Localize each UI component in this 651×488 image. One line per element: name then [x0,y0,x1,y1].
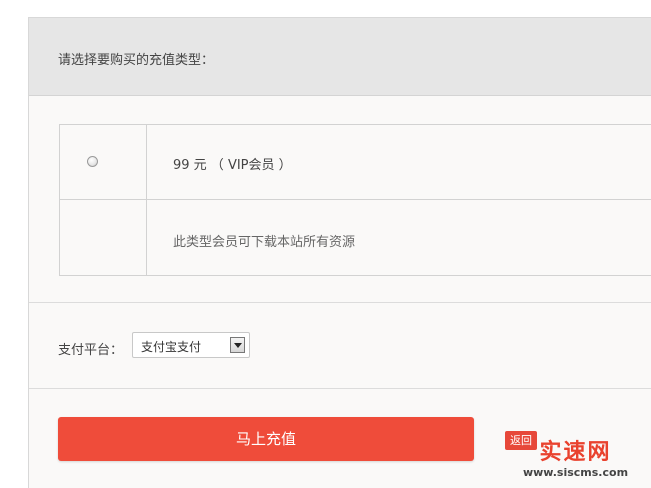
table-column-divider [146,125,147,275]
table-row-divider [60,199,651,200]
plan-label-vip: 99 元 （ VIP会员 ） [173,158,292,173]
divider-after-types [29,302,651,303]
payment-platform-value: 支付宝支付 [141,340,202,354]
plan-radio-vip[interactable] [87,156,98,167]
page: 请选择要购买的充值类型： 99 元 （ VIP会员 ） 此类型会员可下载本站所有… [0,0,651,488]
recharge-now-button[interactable]: 马上充值 [58,417,474,461]
site-watermark: 实速网 www.siscms.com [503,440,648,480]
section-header: 请选择要购买的充值类型： [29,18,651,96]
section-title: 请选择要购买的充值类型： [58,53,215,68]
watermark-name: 实速网 [539,440,612,465]
recharge-type-table: 99 元 （ VIP会员 ） 此类型会员可下载本站所有资源 [59,124,651,276]
plan-description-vip: 此类型会员可下载本站所有资源 [173,235,356,250]
watermark-url: www.siscms.com [522,466,629,479]
chevron-down-icon[interactable] [230,337,245,353]
payment-platform-select[interactable]: 支付宝支付 [132,332,250,358]
divider-after-payment [29,388,651,389]
payment-platform-label: 支付平台： [58,343,124,358]
recharge-panel: 请选择要购买的充值类型： 99 元 （ VIP会员 ） 此类型会员可下载本站所有… [28,17,651,488]
